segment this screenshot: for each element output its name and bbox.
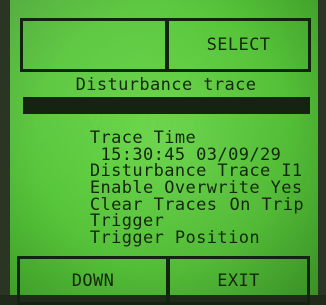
menu-list: View Trace Trace Time 15:30:45 03/09/29 … (23, 97, 310, 246)
bezel-right (318, 0, 326, 305)
menu-item-trigger-position[interactable]: Trigger Position (26, 213, 310, 246)
menu-item-value: On Trip (229, 194, 304, 215)
screen-title: Disturbance trace (75, 75, 257, 95)
menu-item-trace-time[interactable]: Trace Time (26, 114, 310, 147)
menu-item-disturbance-trace[interactable]: Disturbance Trace I1 (26, 147, 310, 180)
down-softkey[interactable]: DOWN (17, 256, 169, 305)
menu-item-trigger[interactable]: Trigger On Trip (26, 194, 310, 229)
menu-item-trace-timestamp: 15:30:45 03/09/29 (26, 130, 310, 163)
lcd-screen: SELECT Disturbance trace View Trace Trac… (0, 0, 326, 305)
menu-item-label: Trigger Position (89, 227, 260, 248)
bezel-left (0, 0, 10, 305)
exit-softkey[interactable]: EXIT (167, 256, 310, 305)
select-softkey[interactable]: SELECT (166, 18, 311, 72)
softkey-top-left[interactable] (20, 18, 168, 72)
menu-item-enable-overwrite[interactable]: Enable Overwrite Yes (26, 163, 310, 196)
menu-item-view-trace[interactable]: View Trace (23, 97, 310, 130)
